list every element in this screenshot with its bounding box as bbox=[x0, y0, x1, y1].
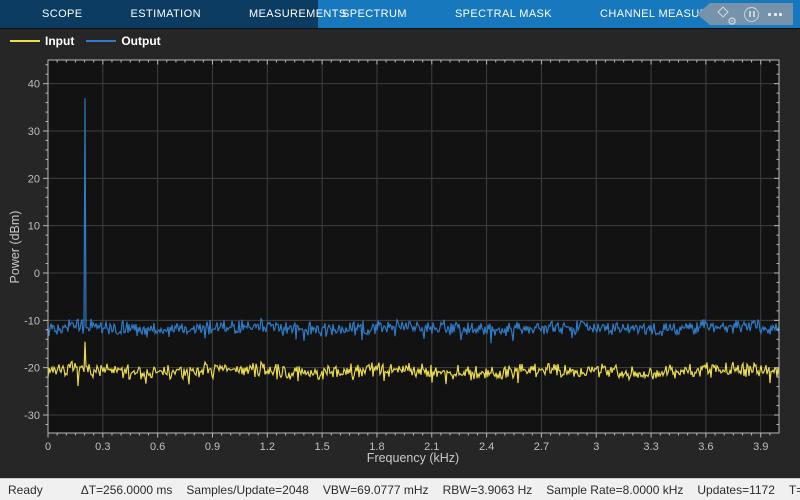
spectrum-plot-panel: 0 0.3 0.6 0.9 1.2 1.5 1.8 2.1 2.4 2.7 3 3.3 3.6 3.9 40… bbox=[0, 53, 800, 478]
y-axis-label: Power (dBm) bbox=[8, 210, 22, 284]
status-bar: Ready ΔT=256.0000 ms Samples/Update=2048… bbox=[0, 478, 800, 500]
svg-text:3.9: 3.9 bbox=[753, 441, 768, 453]
legend-item-output[interactable]: Output bbox=[86, 34, 161, 48]
tab-measurements[interactable]: MEASUREMENTS bbox=[225, 0, 371, 28]
svg-text:10: 10 bbox=[28, 221, 40, 233]
svg-text:40: 40 bbox=[28, 79, 40, 91]
toolstrip-inactive-section: SCOPE ESTIMATION MEASUREMENTS bbox=[0, 0, 371, 28]
legend-item-input[interactable]: Input bbox=[10, 34, 74, 48]
x-axis-label: Frequency (kHz) bbox=[366, 451, 460, 465]
svg-text:-30: -30 bbox=[24, 410, 40, 422]
svg-text:0.9: 0.9 bbox=[205, 441, 220, 453]
svg-text:3: 3 bbox=[593, 441, 599, 453]
toolstrip-collapsed-banner: ⚙ bbox=[697, 3, 793, 25]
svg-text:1.5: 1.5 bbox=[314, 441, 329, 453]
status-delta-t: ΔT=256.0000 ms bbox=[80, 482, 173, 497]
status-samples-per-update: Samples/Update=2048 bbox=[186, 482, 309, 497]
legend-label-output: Output bbox=[121, 34, 161, 48]
status-sample-rate: Sample Rate=8.0000 kHz bbox=[546, 482, 684, 497]
svg-text:0: 0 bbox=[34, 268, 40, 280]
input-line-swatch bbox=[10, 39, 40, 43]
tab-spectral-mask[interactable]: SPECTRAL MASK bbox=[431, 0, 576, 28]
svg-text:-20: -20 bbox=[24, 363, 40, 375]
legend: Input Output bbox=[0, 28, 800, 53]
gear-icon: ⚙ bbox=[727, 14, 737, 28]
svg-text:1.2: 1.2 bbox=[260, 441, 275, 453]
svg-text:2.4: 2.4 bbox=[479, 441, 494, 453]
spectrum-plot[interactable]: 0 0.3 0.6 0.9 1.2 1.5 1.8 2.1 2.4 2.7 3 3.3 3.6 3.940… bbox=[0, 53, 800, 478]
tab-estimation[interactable]: ESTIMATION bbox=[107, 0, 225, 28]
toolstrip-tabbar: SPECTRUM SPECTRAL MASK CHANNEL MEASUREME… bbox=[0, 0, 800, 28]
svg-text:20: 20 bbox=[28, 173, 40, 185]
output-line-swatch bbox=[86, 39, 117, 43]
svg-text:0: 0 bbox=[45, 441, 51, 453]
status-rbw: RBW=3.9063 Hz bbox=[442, 482, 533, 497]
gear-badge-icon[interactable]: ⚙ bbox=[716, 5, 737, 25]
status-vbw: VBW=69.0777 mHz bbox=[322, 482, 429, 497]
status-updates: Updates=1172 bbox=[697, 482, 775, 497]
svg-text:0.3: 0.3 bbox=[95, 441, 110, 453]
toolstrip-active-section: SPECTRUM SPECTRAL MASK CHANNEL MEASUREME… bbox=[318, 0, 800, 28]
svg-text:-10: -10 bbox=[24, 315, 40, 327]
pause-icon[interactable] bbox=[744, 6, 759, 22]
svg-text:0.6: 0.6 bbox=[150, 441, 165, 453]
status-ready: Ready bbox=[8, 482, 43, 497]
svg-text:3.6: 3.6 bbox=[698, 441, 713, 453]
ellipsis-icon[interactable] bbox=[768, 12, 782, 16]
svg-text:3.3: 3.3 bbox=[643, 441, 658, 453]
status-time: T=299.9040 bbox=[788, 482, 800, 497]
svg-text:2.7: 2.7 bbox=[534, 441, 549, 453]
legend-label-input: Input bbox=[45, 34, 75, 48]
tab-scope[interactable]: SCOPE bbox=[18, 0, 107, 28]
svg-text:30: 30 bbox=[28, 126, 40, 138]
